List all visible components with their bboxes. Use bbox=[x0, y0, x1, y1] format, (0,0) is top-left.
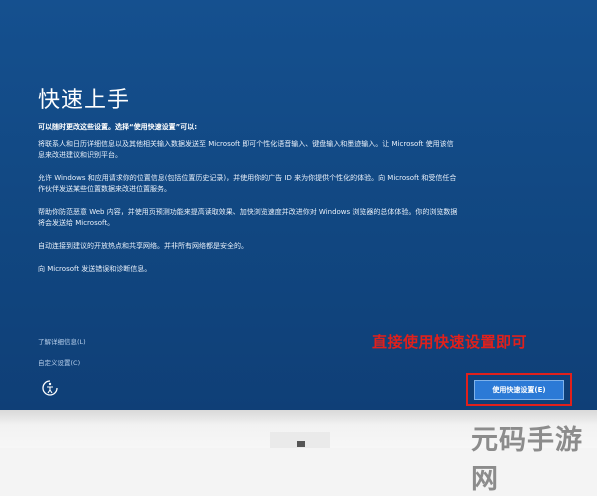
annotation-text: 直接使用快速设置即可 bbox=[372, 333, 528, 351]
setting-description: 允许 Windows 和应用请求你的位置信息(包括位置历史记录)，并使用你的广告… bbox=[38, 174, 457, 193]
customize-settings-link[interactable]: 自定义设置(C) bbox=[38, 357, 80, 367]
setting-description: 向 Microsoft 发送错误和诊断信息。 bbox=[38, 265, 152, 273]
use-express-settings-button[interactable]: 使用快速设置(E) bbox=[474, 380, 564, 400]
watermark-text: 元码手游网 bbox=[471, 425, 583, 495]
setup-screen: 快速上手 可以随时更改这些设置。选择“使用快速设置”可以: 将联系人和日历详细信… bbox=[0, 0, 597, 410]
setting-description: 帮助你防范恶意 Web 内容，并使用页预测功能来提高读取效果、加快浏览速度并改进… bbox=[38, 208, 458, 227]
express-button-highlight: 使用快速设置(E) bbox=[466, 373, 572, 406]
setting-description: 自动连接到建议的开放热点和共享网络。并非所有网络都是安全的。 bbox=[38, 242, 248, 250]
page-title: 快速上手 bbox=[38, 88, 131, 113]
page-subhead: 可以随时更改这些设置。选择“使用快速设置”可以: bbox=[38, 123, 197, 131]
ease-of-access-icon[interactable] bbox=[41, 379, 59, 397]
taskbar-icon bbox=[297, 441, 305, 447]
setting-description: 将联系人和日历详细信息以及其他相关输入数据发送至 Microsoft 即可个性化… bbox=[38, 140, 454, 159]
learn-more-link[interactable]: 了解详细信息(L) bbox=[38, 336, 86, 346]
